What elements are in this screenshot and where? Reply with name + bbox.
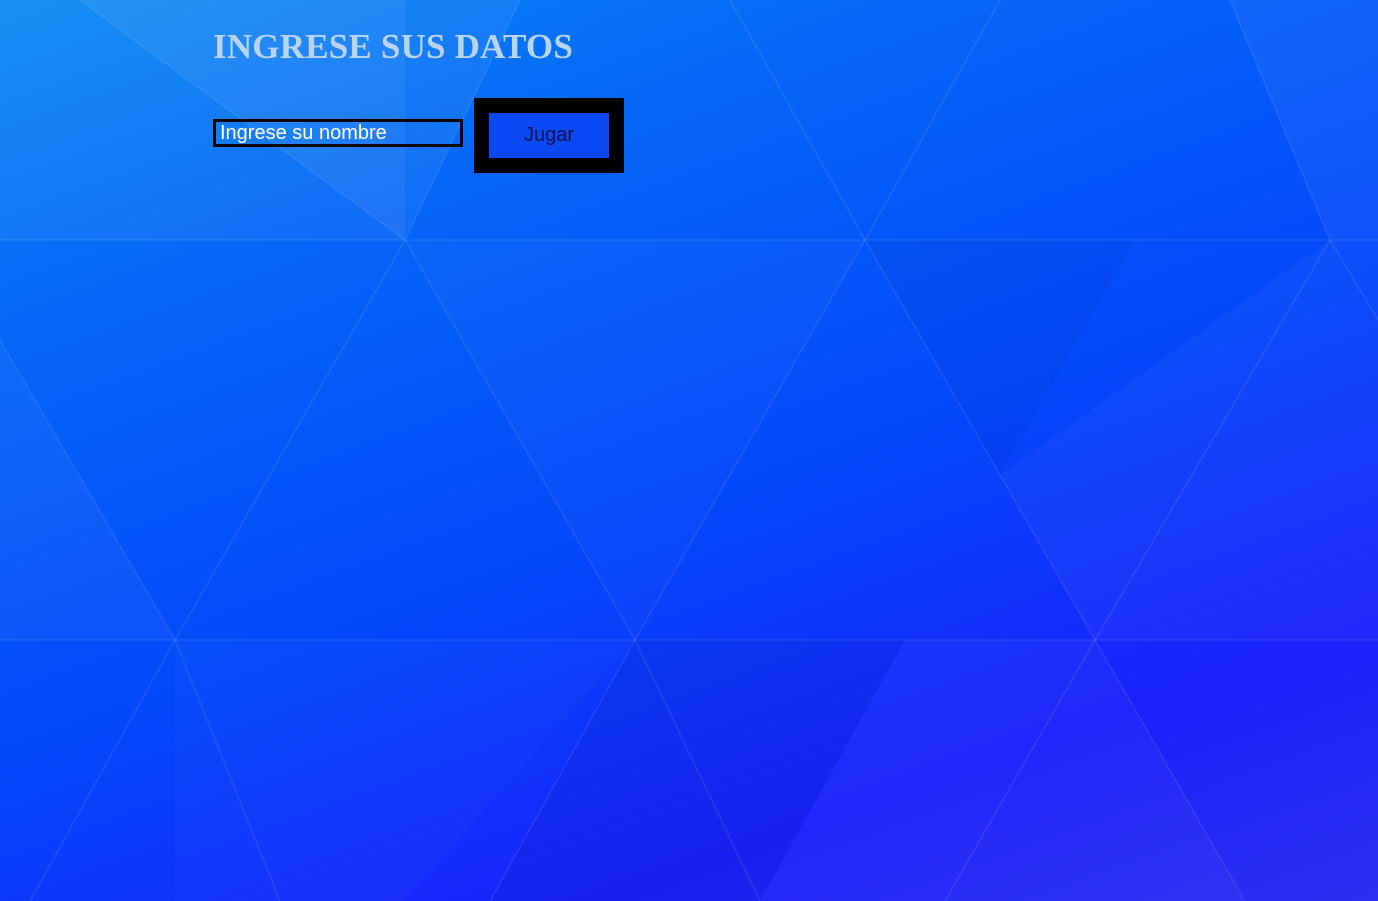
play-button[interactable]: Jugar xyxy=(474,98,624,173)
page-title: INGRESE SUS DATOS xyxy=(213,27,574,66)
background-pattern xyxy=(0,0,1378,901)
name-input[interactable] xyxy=(213,119,463,147)
